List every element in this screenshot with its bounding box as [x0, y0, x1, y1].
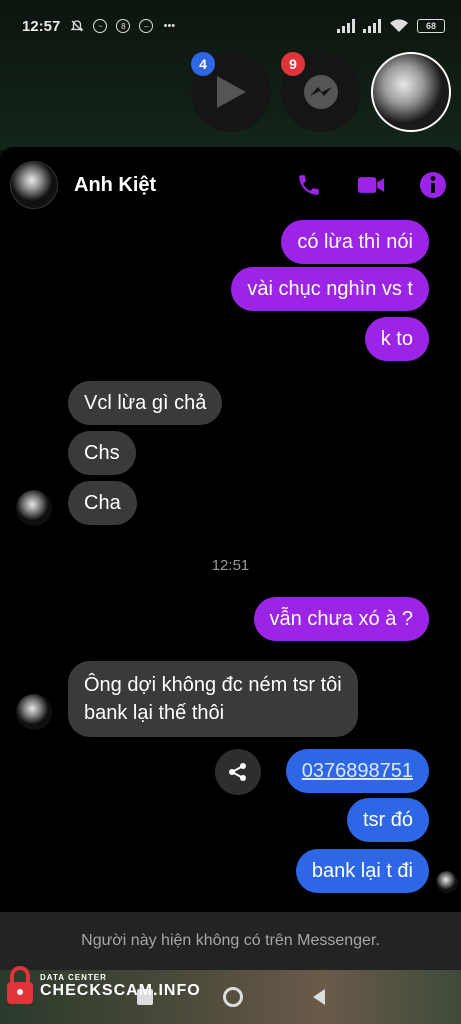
seen-avatar: [436, 871, 458, 893]
chat-panel: Anh Kiệt có lừa thì nói vài chục nghìn v…: [0, 147, 461, 912]
messenger-badge: 9: [281, 52, 305, 76]
video-chat-head[interactable]: 4: [191, 52, 271, 132]
message-timestamp: 12:51: [211, 557, 250, 574]
chat-heads: 4 9: [191, 52, 451, 132]
status-time: 12:57: [22, 17, 61, 35]
wifi-icon: [390, 19, 408, 32]
message-bubble-in[interactable]: Cha: [68, 481, 137, 525]
message-bubble-out[interactable]: có lừa thì nói: [281, 220, 429, 264]
message-bubble-in[interactable]: Chs: [68, 431, 136, 475]
play-icon: [217, 76, 246, 108]
phone-link-bubble[interactable]: 0376898751: [285, 749, 429, 793]
watermark: DATA CENTER CHECKSCAM.INFO: [4, 966, 201, 1006]
sender-avatar[interactable]: [16, 490, 52, 526]
lock-icon: [7, 966, 33, 1004]
share-button[interactable]: [215, 749, 261, 795]
message-bubble-out[interactable]: k to: [364, 317, 429, 361]
signal-2-icon: [363, 19, 381, 33]
watermark-text: DATA CENTER CHECKSCAM.INFO: [40, 973, 201, 1000]
home-icon[interactable]: [222, 987, 243, 1007]
more-notifications-icon: •••: [163, 20, 176, 32]
contact-chat-head[interactable]: [371, 52, 451, 132]
status-icons: ~ 8 – •••: [70, 19, 176, 33]
video-call-icon[interactable]: [357, 171, 385, 199]
call-icon[interactable]: [295, 171, 323, 199]
message-bubble-out[interactable]: vài chục nghìn vs t: [231, 267, 429, 311]
messenger-chat-head[interactable]: 9: [281, 52, 361, 132]
messenger-icon: [304, 75, 338, 109]
chat-header: Anh Kiệt: [0, 147, 461, 223]
contact-name[interactable]: Anh Kiệt: [74, 174, 156, 197]
message-line: bank lại thế thôi: [84, 702, 225, 724]
share-icon: [229, 763, 246, 781]
status-right: 68: [337, 19, 445, 33]
mute-icon: [70, 19, 84, 33]
message-line: Ông dợi không đc ném tsr tôi: [84, 674, 342, 696]
unavailable-notice: Người này hiện không có trên Messenger.: [0, 912, 461, 970]
data-saver-icon: 8: [116, 19, 131, 33]
message-bubble-out[interactable]: vẫn chưa xó à ?: [253, 597, 429, 641]
watermark-top: DATA CENTER: [40, 972, 107, 982]
status-bar: 12:57 ~ 8 – ••• 68: [0, 0, 461, 52]
messenger-status-icon: ~: [93, 19, 108, 33]
watermark-bottom: CHECKSCAM.INFO: [40, 981, 201, 999]
sender-avatar[interactable]: [16, 694, 52, 730]
header-actions: [295, 171, 447, 199]
signal-icon: [337, 19, 355, 33]
dnd-icon: –: [139, 19, 154, 33]
message-bubble-in[interactable]: Vcl lừa gì chả: [68, 381, 223, 425]
contact-avatar[interactable]: [10, 161, 58, 209]
message-bubble-in-multiline[interactable]: Ông dợi không đc ném tsr tôi bank lại th…: [68, 661, 358, 737]
back-icon[interactable]: [312, 989, 325, 1005]
message-bubble-out[interactable]: tsr đó: [346, 798, 429, 842]
info-icon[interactable]: [419, 171, 447, 199]
video-badge: 4: [191, 52, 215, 76]
battery-icon: 68: [417, 19, 445, 33]
message-bubble-out[interactable]: bank lại t đi: [295, 849, 429, 893]
